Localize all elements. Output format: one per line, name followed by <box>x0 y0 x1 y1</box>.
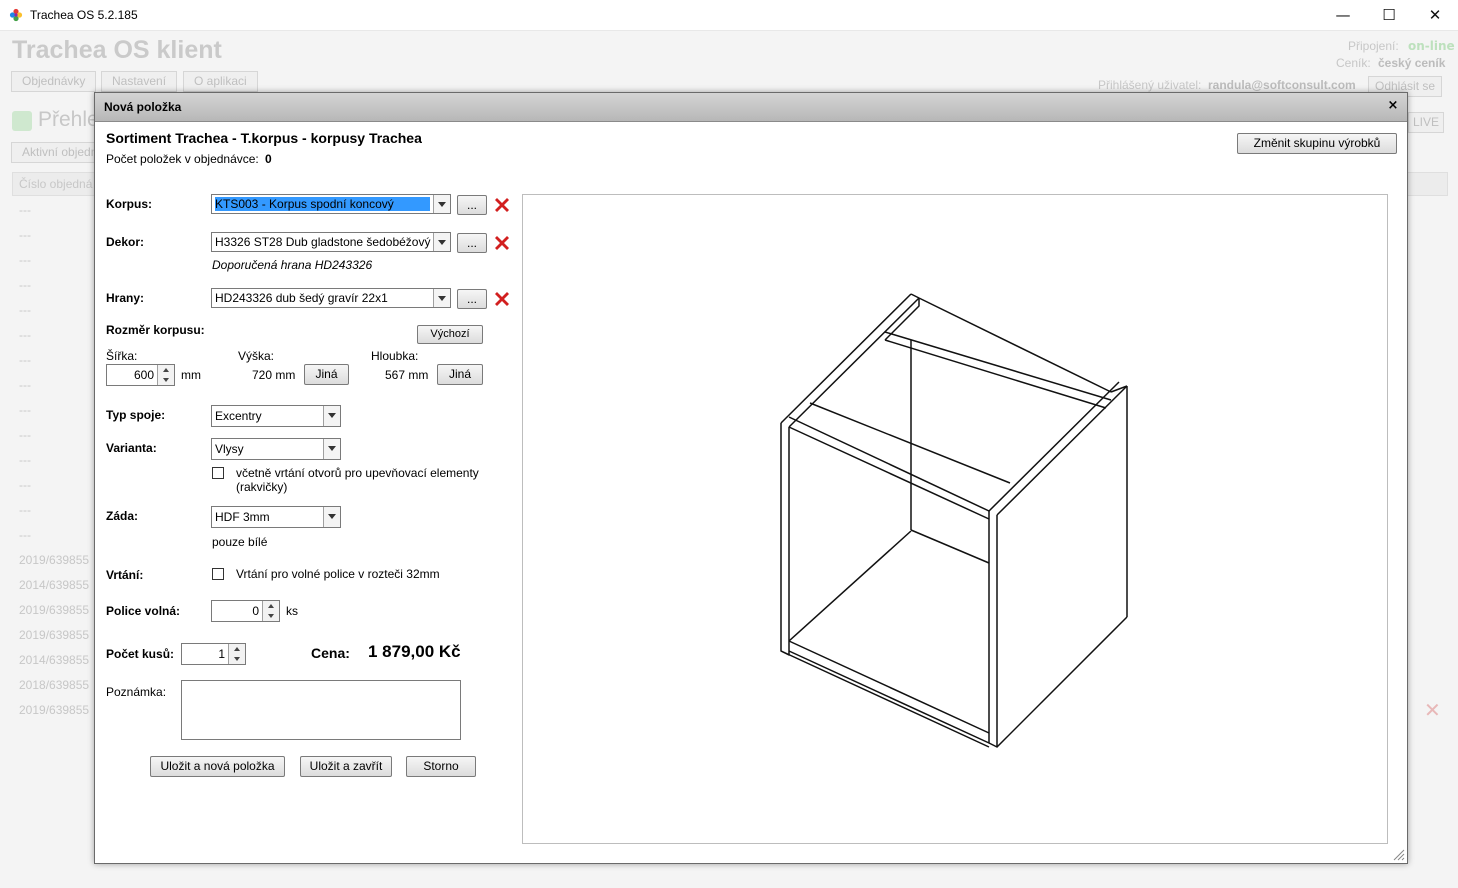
price-label: Cena: <box>311 645 350 661</box>
stepper-down-icon[interactable] <box>228 654 245 664</box>
dialog-close-button[interactable]: × <box>1385 98 1401 113</box>
korpus-select[interactable]: KTS003 - Korpus spodní koncový <box>211 194 451 214</box>
variant-checkbox-label: včetně vrtání otvorů pro upevňovací elem… <box>236 466 479 480</box>
shelves-stepper[interactable]: 0 <box>211 600 280 622</box>
dialog-title: Nová položka <box>104 100 182 114</box>
shelves-value: 0 <box>252 604 259 618</box>
shelf-drilling-label: Vrtání pro volné police v rozteči 32mm <box>236 567 440 581</box>
window-titlebar: Trachea OS 5.2.185 — ☐ ✕ <box>0 0 1458 31</box>
chevron-down-icon[interactable] <box>323 406 340 426</box>
variant-value: Vlysy <box>215 442 244 456</box>
close-window-button[interactable]: ✕ <box>1412 0 1458 30</box>
new-item-dialog: Nová položka × Sortiment Trachea - T.kor… <box>94 92 1408 864</box>
dekor-remove-icon[interactable] <box>493 234 511 252</box>
item-count-value: 0 <box>265 152 272 166</box>
cancel-button[interactable]: Storno <box>406 756 476 777</box>
chevron-down-icon[interactable] <box>323 439 340 459</box>
chevron-down-icon[interactable] <box>433 233 450 251</box>
window-title: Trachea OS 5.2.185 <box>30 8 138 22</box>
stepper-down-icon[interactable] <box>157 375 174 385</box>
save-and-close-button[interactable]: Uložit a zavřít <box>300 756 392 777</box>
hrany-browse-button[interactable]: ... <box>457 289 487 309</box>
quantity-stepper[interactable]: 1 <box>181 643 246 665</box>
item-count-label: Počet položek v objednávce: <box>106 152 259 166</box>
height-value: 720 mm <box>252 368 296 382</box>
joint-type-label: Typ spoje: <box>106 408 166 422</box>
cabinet-preview <box>522 194 1388 844</box>
korpus-remove-icon[interactable] <box>493 196 511 214</box>
note-textarea[interactable] <box>181 680 461 740</box>
hrany-label: Hrany: <box>106 291 145 305</box>
assortment-heading: Sortiment Trachea - T.korpus - korpusy T… <box>106 130 422 146</box>
maximize-button[interactable]: ☐ <box>1366 0 1412 30</box>
korpus-browse-button[interactable]: ... <box>457 195 487 215</box>
default-dimensions-button[interactable]: Výchozí <box>417 325 483 344</box>
hrany-select-value: HD243326 dub šedý gravír 22x1 <box>215 291 388 305</box>
width-unit: mm <box>181 368 201 382</box>
hrany-select[interactable]: HD243326 dub šedý gravír 22x1 <box>211 288 451 308</box>
dekor-label: Dekor: <box>106 235 145 249</box>
chevron-down-icon[interactable] <box>323 507 340 527</box>
width-label: Šířka: <box>106 349 138 363</box>
drilling-label: Vrtání: <box>106 568 144 582</box>
width-stepper[interactable]: 600 <box>106 364 175 386</box>
minimize-button[interactable]: — <box>1320 0 1366 30</box>
dekor-recommended-edge: Doporučená hrana HD243326 <box>212 258 373 272</box>
korpus-select-value: KTS003 - Korpus spodní koncový <box>215 197 430 211</box>
height-other-button[interactable]: Jiná <box>304 364 349 385</box>
variant-checkbox-label-2: (rakvičky) <box>236 480 288 494</box>
korpus-label: Korpus: <box>106 197 152 211</box>
dekor-select-value: H3326 ST28 Dub gladstone šedobéžový <box>215 235 431 249</box>
change-group-button[interactable]: Změnit skupinu výrobků <box>1237 133 1397 154</box>
dekor-browse-button[interactable]: ... <box>457 233 487 253</box>
chevron-down-icon[interactable] <box>433 289 450 307</box>
save-and-new-button[interactable]: Uložit a nová položka <box>150 756 285 777</box>
dekor-select[interactable]: H3326 ST28 Dub gladstone šedobéžový <box>211 232 451 252</box>
dialog-header: Nová položka × <box>95 93 1407 122</box>
app-icon <box>9 8 23 22</box>
back-value: HDF 3mm <box>215 510 270 524</box>
variant-drilling-checkbox[interactable] <box>212 467 224 479</box>
back-hint: pouze bílé <box>212 535 268 549</box>
quantity-value: 1 <box>218 647 225 661</box>
back-select[interactable]: HDF 3mm <box>211 506 341 528</box>
shelves-unit: ks <box>286 604 298 618</box>
chevron-down-icon[interactable] <box>433 195 450 213</box>
variant-label: Varianta: <box>106 441 157 455</box>
shelf-drilling-checkbox[interactable] <box>212 568 224 580</box>
depth-value: 567 mm <box>385 368 429 382</box>
depth-other-button[interactable]: Jiná <box>437 364 483 385</box>
hrany-remove-icon[interactable] <box>493 290 511 308</box>
price-value: 1 879,00 Kč <box>368 642 461 661</box>
resize-grip-icon[interactable] <box>1393 849 1405 861</box>
depth-label: Hloubka: <box>371 349 419 363</box>
height-label: Výška: <box>238 349 275 363</box>
joint-type-select[interactable]: Excentry <box>211 405 341 427</box>
cabinet-drawing <box>780 293 1128 748</box>
joint-type-value: Excentry <box>215 409 262 423</box>
back-label: Záda: <box>106 509 139 523</box>
stepper-down-icon[interactable] <box>262 611 279 621</box>
dimensions-label: Rozměr korpusu: <box>106 323 205 337</box>
width-value: 600 <box>133 368 154 382</box>
variant-select[interactable]: Vlysy <box>211 438 341 460</box>
quantity-label: Počet kusů: <box>106 647 175 661</box>
note-label: Poznámka: <box>106 685 167 699</box>
shelves-label: Police volná: <box>106 604 181 618</box>
